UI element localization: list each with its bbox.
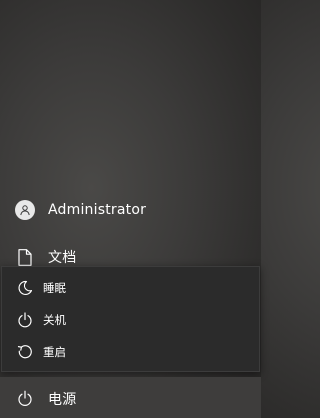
user-avatar-icon	[14, 199, 36, 221]
power-button[interactable]: 电源	[0, 377, 261, 418]
avatar	[15, 200, 35, 220]
power-label: 电源	[48, 392, 77, 408]
power-icon	[14, 309, 36, 331]
shutdown-menu-item[interactable]: 关机	[2, 304, 259, 336]
document-icon	[14, 246, 36, 268]
sleep-label: 睡眠	[43, 281, 66, 295]
moon-icon	[14, 277, 36, 299]
restart-icon	[14, 341, 36, 363]
user-name-label: Administrator	[48, 202, 147, 218]
restart-menu-item[interactable]: 重启	[2, 336, 259, 368]
restart-label: 重启	[43, 345, 66, 359]
sleep-menu-item[interactable]: 睡眠	[2, 272, 259, 304]
documents-label: 文档	[48, 250, 77, 266]
user-account-item[interactable]: Administrator	[0, 194, 261, 226]
shutdown-label: 关机	[43, 313, 66, 327]
power-options-menu: 睡眠 关机 重启	[1, 266, 260, 372]
power-icon	[14, 387, 36, 409]
